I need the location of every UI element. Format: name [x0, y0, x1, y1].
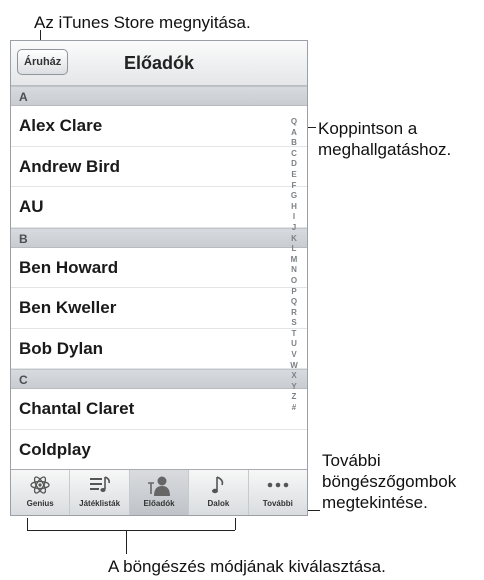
playlist-icon	[70, 470, 128, 498]
index-letter[interactable]: #	[287, 403, 301, 414]
artist-icon	[130, 470, 188, 498]
index-letter[interactable]: H	[287, 202, 301, 213]
index-search-icon[interactable]: Q	[287, 117, 301, 128]
index-letter[interactable]: J	[287, 223, 301, 234]
index-letter[interactable]: C	[287, 149, 301, 160]
tab-playlists[interactable]: Játéklisták	[69, 470, 128, 515]
index-letter[interactable]: G	[287, 191, 301, 202]
index-letter[interactable]: V	[287, 350, 301, 361]
section-header-b: B	[11, 227, 307, 248]
index-letter[interactable]: X	[287, 371, 301, 382]
index-letter[interactable]: N	[287, 265, 301, 276]
index-letter[interactable]: Z	[287, 392, 301, 403]
alphabet-index[interactable]: Q A B C D E F G H I J K L M N O P Q R S …	[287, 117, 301, 477]
index-letter[interactable]: K	[287, 234, 301, 245]
section-header-c: C	[11, 369, 307, 389]
tab-more[interactable]: További	[247, 470, 307, 515]
more-dots-icon	[249, 470, 307, 498]
tab-label: Előadók	[143, 499, 175, 508]
tab-label: Genius	[26, 499, 54, 508]
index-letter[interactable]: T	[287, 329, 301, 340]
index-letter[interactable]: Y	[287, 382, 301, 393]
index-letter[interactable]: P	[287, 287, 301, 298]
index-letter[interactable]: U	[287, 339, 301, 350]
genius-atom-icon	[11, 470, 69, 498]
page-title: Előadók	[123, 53, 194, 73]
tab-artists[interactable]: Előadók	[128, 470, 189, 515]
index-letter[interactable]: W	[287, 361, 301, 372]
index-letter[interactable]: I	[287, 212, 301, 223]
tab-label: Játéklisták	[79, 499, 121, 508]
list-item[interactable]: Chantal Claret	[11, 389, 307, 430]
callout-tap: Koppintson a meghallgatáshoz.	[318, 118, 451, 160]
index-letter[interactable]: F	[287, 181, 301, 192]
callout-more: További böngészőgombok megtekintése.	[322, 450, 456, 513]
callout-store: Az iTunes Store megnyitása.	[34, 13, 251, 32]
tab-label: További	[262, 499, 293, 508]
index-letter[interactable]: D	[287, 159, 301, 170]
music-note-icon	[189, 470, 247, 498]
index-letter[interactable]: O	[287, 276, 301, 287]
tab-label: Dalok	[207, 499, 230, 508]
tab-genius[interactable]: Genius	[11, 470, 69, 515]
callout-more-line3: megtekintése.	[322, 493, 428, 512]
index-letter[interactable]: E	[287, 170, 301, 181]
list-item[interactable]: AU	[11, 187, 307, 228]
bracket-left	[27, 518, 28, 530]
bracket-stem	[126, 530, 127, 554]
index-letter[interactable]: Q	[287, 297, 301, 308]
index-letter[interactable]: L	[287, 244, 301, 255]
callout-browse: A böngészés módjának kiválasztása.	[108, 557, 386, 576]
callout-tap-line2: meghallgatáshoz.	[318, 140, 452, 159]
index-letter[interactable]: R	[287, 308, 301, 319]
list-item[interactable]: Bob Dylan	[11, 329, 307, 369]
index-letter[interactable]: S	[287, 318, 301, 329]
bracket-bottom	[27, 530, 235, 531]
callout-tap-line1: Koppintson a	[318, 119, 418, 138]
bracket-right	[235, 518, 236, 530]
list-item[interactable]: Alex Clare	[11, 106, 307, 147]
list-item[interactable]: Ben Howard	[11, 248, 307, 288]
section-header-a: A	[11, 86, 307, 106]
index-letter[interactable]: M	[287, 255, 301, 266]
artist-list: A Alex Clare Andrew Bird AU B Ben Howard…	[11, 86, 307, 490]
callout-more-line1: További	[322, 451, 381, 470]
callout-more-line2: böngészőgombok	[322, 472, 457, 491]
index-letter[interactable]: B	[287, 138, 301, 149]
list-item[interactable]: Coldplay	[11, 430, 307, 470]
navigation-bar: Áruház Előadók	[11, 41, 307, 86]
tab-songs[interactable]: Dalok	[188, 470, 247, 515]
index-letter[interactable]: A	[287, 128, 301, 139]
list-item[interactable]: Andrew Bird	[11, 147, 307, 187]
tab-bar: Genius Játéklisták Előadók Dalok További	[11, 469, 307, 515]
list-item[interactable]: Ben Kweller	[11, 288, 307, 329]
phone-screen: Áruház Előadók A Alex Clare Andrew Bird …	[10, 40, 308, 516]
